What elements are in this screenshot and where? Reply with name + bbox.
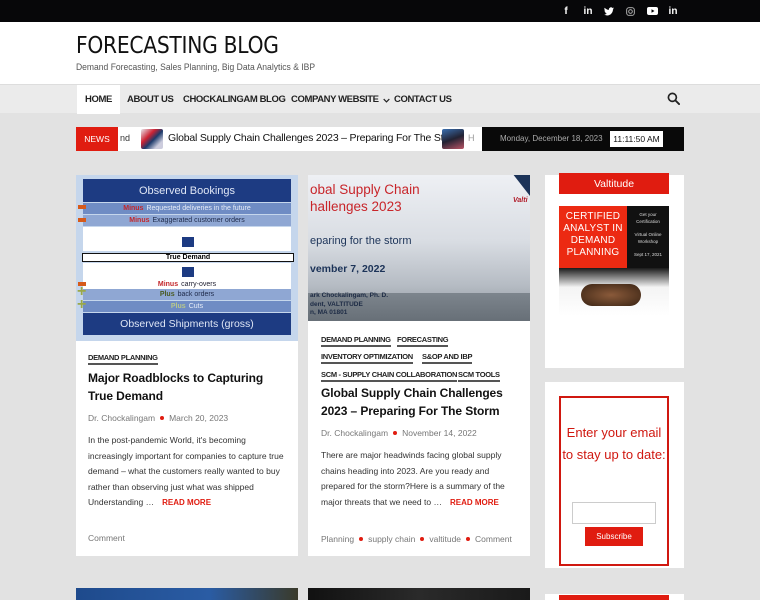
sidebar-widget — [545, 594, 684, 600]
chevron-down-icon — [382, 95, 390, 105]
valtitude-logo: Valti — [513, 197, 528, 204]
comment-link[interactable]: Comment — [475, 534, 512, 544]
current-time: 11:11:50 AM — [610, 131, 663, 147]
true-demand-row: True Demand — [82, 253, 294, 262]
equals-icon — [182, 267, 194, 277]
post-title[interactable]: Major Roadblocks to Capturing True Deman… — [88, 369, 288, 405]
site-header: FORECASTING BLOG Demand Forecasting, Sal… — [0, 22, 760, 84]
nav-item-home[interactable]: HOME — [77, 85, 120, 114]
post-thumbnail[interactable]: Observed Bookings Minus Requested deliver… — [76, 175, 298, 341]
ticker-thumbnail[interactable] — [442, 129, 464, 149]
diagram-row: Plus Cuts — [83, 301, 291, 312]
diagram-row: Minus Requested deliveries in the future — [83, 203, 291, 214]
equals-icon — [182, 237, 194, 247]
ticker-next-fragment[interactable]: H — [468, 133, 475, 143]
post-author[interactable]: Dr. Chockalingam — [88, 413, 155, 423]
nav-item-contact-us[interactable]: CONTACT US — [394, 85, 452, 114]
nav-item-about-us[interactable]: ABOUT US — [127, 85, 174, 114]
thumb-title: obal Supply Chain hallenges 2023 — [310, 182, 420, 214]
thumb-date: vember 7, 2022 — [310, 263, 386, 275]
diagram-top-label: Observed Bookings — [83, 179, 291, 202]
post-thumbnail[interactable] — [76, 588, 298, 600]
nav-item-chockalingam-blog[interactable]: CHOCKALINGAM BLOG — [183, 85, 286, 114]
comment-link[interactable]: Comment — [88, 533, 125, 543]
diagram-row: Plus back orders — [83, 289, 291, 300]
post-date[interactable]: November 14, 2022 — [402, 428, 477, 438]
main-nav: HOME ABOUT US CHOCKALINGAM BLOG COMPANY … — [0, 84, 760, 114]
separator-dot — [160, 416, 165, 421]
news-ticker: NEWS nd Global Supply Chain Challenges 2… — [76, 127, 482, 151]
youtube-icon[interactable] — [641, 0, 663, 22]
search-icon[interactable] — [667, 92, 680, 105]
tag-link[interactable]: valtitude — [429, 534, 461, 544]
post-tags: Planning supply chain valtitude Comment — [321, 534, 512, 544]
thumb-presenter: ark Chockalingam, Ph. D. dent, VALTITUDE n… — [310, 292, 389, 316]
top-bar: f in in — [0, 0, 760, 22]
category-link[interactable]: FORECASTING — [397, 335, 449, 347]
nav-item-label: COMPANY WEBSITE — [291, 94, 379, 105]
separator-dot — [393, 431, 398, 436]
ticker-prev-fragment[interactable]: nd — [120, 133, 130, 143]
certification-promo-image[interactable]: CERTIFIED ANALYST IN DEMAND PLANNING Get… — [559, 206, 669, 316]
post-author[interactable]: Dr. Chockalingam — [321, 428, 388, 438]
post-thumbnail[interactable] — [308, 588, 530, 600]
ticker-thumbnail[interactable] — [141, 129, 163, 149]
category-link[interactable]: S&OP AND IBP — [422, 352, 472, 364]
post-excerpt: In the post-pandemic World, it's becomin… — [88, 435, 284, 507]
widget-title: Valtitude — [559, 173, 669, 194]
post-meta: Dr. Chockalingam March 20, 2023 — [88, 413, 228, 423]
linkedin-icon[interactable]: in — [577, 0, 599, 22]
instagram-icon[interactable] — [619, 0, 641, 22]
minus-icon — [78, 218, 86, 222]
thumb-subtitle: eparing for the storm — [310, 235, 412, 247]
post-title[interactable]: Global Supply Chain Challenges 2023 – Pr… — [321, 384, 521, 420]
post-meta: Dr. Chockalingam November 14, 2022 — [321, 428, 477, 438]
tag-link[interactable]: supply chain — [368, 534, 415, 544]
plus-icon: + — [77, 296, 87, 313]
linkedin-icon[interactable]: in — [662, 0, 684, 22]
subscribe-button[interactable]: Subscribe — [585, 527, 643, 546]
subscribe-form: Enter your email to stay up to date: Sub… — [559, 396, 669, 566]
post-thumbnail[interactable]: obal Supply Chain hallenges 2023 eparing … — [308, 175, 530, 321]
category-link[interactable]: INVENTORY OPTIMIZATION — [321, 352, 413, 364]
read-more-link[interactable]: READ MORE — [450, 498, 499, 507]
separator-dot — [420, 537, 425, 542]
nav-item-company-website[interactable]: COMPANY WEBSITE — [291, 85, 390, 114]
handshake-image — [559, 268, 669, 316]
category-link[interactable]: SCM TOOLS — [458, 370, 500, 382]
promo-headline: CERTIFIED ANALYST IN DEMAND PLANNING — [559, 206, 627, 268]
twitter-icon[interactable] — [598, 0, 620, 22]
email-input[interactable] — [572, 502, 656, 524]
diagram-row: Minus Exaggerated customer orders — [83, 215, 291, 226]
diagram-row: Minus carry-overs — [157, 280, 217, 288]
category-link[interactable]: DEMAND PLANNING — [321, 335, 391, 347]
subscribe-prompt: Enter your email to stay up to date: — [562, 425, 666, 462]
ticker-headline[interactable]: Global Supply Chain Challenges 2023 – Pr… — [168, 132, 461, 144]
date-time-bar: Monday, December 18, 2023 11:11:50 AM — [482, 127, 684, 151]
post-date[interactable]: March 20, 2023 — [169, 413, 228, 423]
category-link[interactable]: SCM - SUPPLY CHAIN COLLABORATION — [321, 370, 457, 382]
post-excerpt: There are major headwinds facing global … — [321, 450, 505, 507]
read-more-link[interactable]: READ MORE — [162, 498, 211, 507]
facebook-icon[interactable]: f — [555, 0, 577, 22]
tag-link[interactable]: Planning — [321, 534, 354, 544]
separator-dot — [359, 537, 364, 542]
promo-side-text: Get your Certification Virtual Online Wo… — [627, 206, 669, 268]
news-label: NEWS — [76, 127, 118, 151]
current-date: Monday, December 18, 2023 — [500, 134, 603, 143]
minus-icon — [78, 205, 86, 209]
category-link[interactable]: DEMAND PLANNING — [88, 353, 158, 365]
site-tagline: Demand Forecasting, Sales Planning, Big … — [76, 62, 316, 73]
separator-dot — [466, 537, 471, 542]
diagram-bottom-label: Observed Shipments (gross) — [83, 313, 291, 335]
site-title[interactable]: FORECASTING BLOG — [76, 33, 279, 59]
